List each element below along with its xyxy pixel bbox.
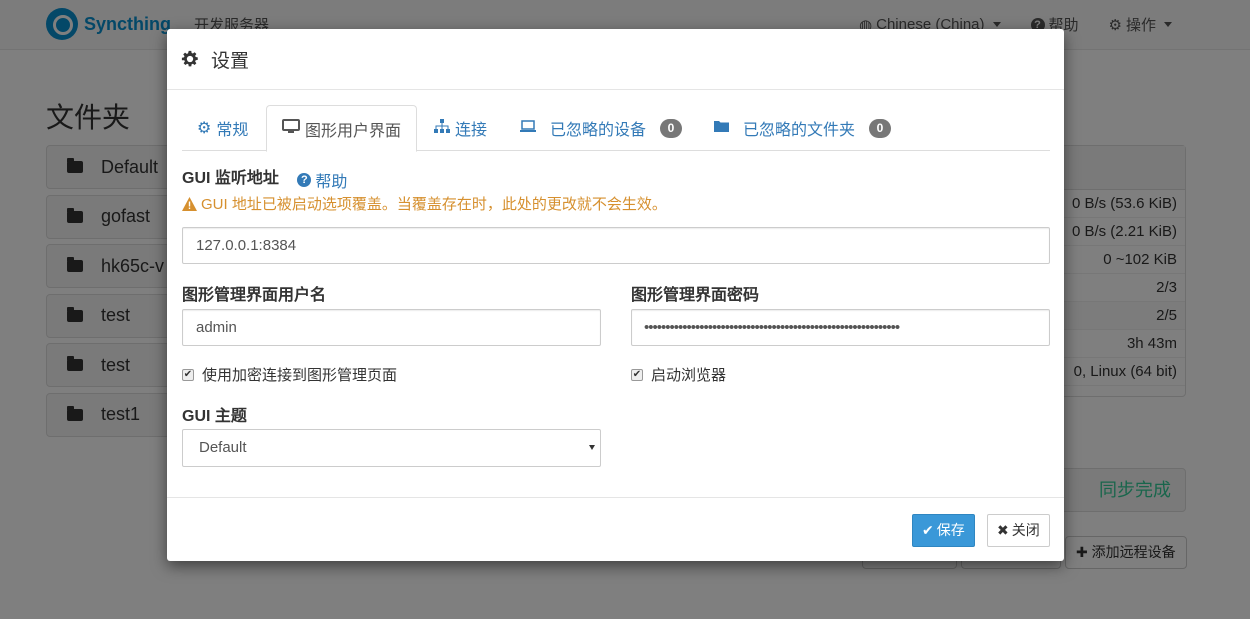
use-tls-label: 使用加密连接到图形管理页面: [202, 367, 398, 384]
chevron-down-icon: [589, 445, 595, 450]
override-warning-text: GUI 地址已被启动选项覆盖。当覆盖存在时，此处的更改就不会生效。: [201, 196, 667, 213]
password-label: 图形管理界面密码: [631, 287, 760, 304]
save-label: 保存: [936, 522, 965, 538]
tab-general[interactable]: ⚙ 常规: [197, 105, 248, 151]
theme-label: GUI 主题: [182, 408, 247, 425]
close-icon: ✖: [997, 522, 1009, 538]
tab-ignored-folders[interactable]: 已忽略的文件夹 0: [714, 105, 892, 151]
tab-label: 图形用户界面: [305, 122, 402, 140]
check-icon: ✔: [922, 522, 934, 538]
question-icon: ?: [297, 173, 312, 187]
ignored-folders-count-badge: 0: [869, 118, 892, 138]
modal-title: 设置: [211, 50, 250, 72]
theme-value: Default: [199, 439, 247, 456]
start-browser-label: 启动浏览器: [651, 367, 727, 384]
tab-label: 已忽略的设备: [550, 122, 647, 139]
tab-label: 常规: [216, 122, 249, 139]
laptop-icon: [520, 119, 536, 137]
username-label: 图形管理界面用户名: [182, 287, 327, 304]
gear-icon: ⚙: [197, 120, 212, 137]
username-input[interactable]: admin: [182, 309, 601, 346]
tab-ignored-devices[interactable]: 已忽略的设备 0: [520, 105, 683, 151]
start-browser-checkbox[interactable]: ✔ 启动浏览器: [631, 364, 726, 385]
close-button[interactable]: ✖ 关闭: [987, 514, 1050, 547]
tab-label: 已忽略的文件夹: [743, 122, 856, 139]
theme-select[interactable]: Default: [182, 429, 601, 467]
desktop-icon: [282, 118, 300, 139]
checkmark-icon: ✔: [182, 368, 194, 381]
tab-label: 连接: [455, 122, 488, 139]
modal-header: 设置: [167, 29, 1064, 90]
tab-gui[interactable]: 图形用户界面: [266, 105, 418, 152]
settings-dialog: 设置 ⚙ 常规 图形用户界面 连接 已忽略的设备 0 已忽略的文件夹 0 GUI…: [167, 29, 1064, 561]
use-tls-checkbox[interactable]: ✔ 使用加密连接到图形管理页面: [182, 364, 397, 385]
close-label: 关闭: [1011, 522, 1040, 538]
override-warning: GUI 地址已被启动选项覆盖。当覆盖存在时，此处的更改就不会生效。: [182, 193, 667, 214]
tab-connections[interactable]: 连接: [434, 105, 487, 151]
gear-icon: [181, 50, 198, 67]
help-link[interactable]: ? 帮助: [297, 168, 347, 192]
warning-icon: [182, 196, 197, 211]
modal-footer: ✔ 保存 ✖ 关闭: [167, 497, 1064, 561]
help-link-label: 帮助: [315, 174, 348, 191]
save-button[interactable]: ✔ 保存: [912, 514, 975, 547]
settings-tabs: ⚙ 常规 图形用户界面 连接 已忽略的设备 0 已忽略的文件夹 0: [182, 105, 1050, 152]
folder-icon: [714, 119, 729, 137]
gui-listen-address-text: GUI 监听地址: [182, 170, 279, 187]
gui-listen-address-label: GUI 监听地址 ? 帮助: [182, 164, 347, 192]
gui-address-input[interactable]: 127.0.0.1:8384: [182, 227, 1050, 264]
password-input[interactable]: ••••••••••••••••••••••••••••••••••••••••…: [631, 309, 1050, 346]
ignored-devices-count-badge: 0: [660, 118, 683, 138]
sitemap-icon: [434, 118, 450, 138]
checkmark-icon: ✔: [631, 368, 643, 381]
